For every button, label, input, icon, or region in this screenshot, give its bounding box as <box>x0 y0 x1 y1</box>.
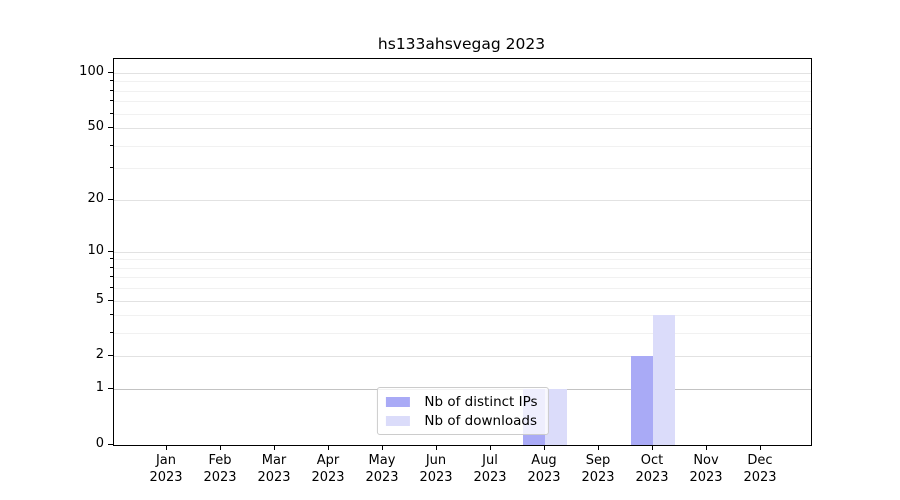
gridline-major <box>114 356 811 357</box>
x-tick-label-sep-2023: Sep 2023 <box>568 452 628 486</box>
y-axis-minor-tick <box>110 145 113 146</box>
y-tick-label: 50 <box>40 119 104 135</box>
gridline-minor <box>114 288 811 289</box>
y-axis-tick <box>108 199 113 200</box>
bar-nb-of-downloads-oct-2023 <box>653 315 675 445</box>
bar-nb-of-distinct-ips-oct-2023 <box>631 356 653 445</box>
x-tick-label-apr-2023: Apr 2023 <box>298 452 358 486</box>
x-axis-tick <box>706 445 707 450</box>
x-tick-label-nov-2023: Nov 2023 <box>676 452 736 486</box>
x-axis-tick <box>544 445 545 450</box>
y-axis-minor-tick <box>110 100 113 101</box>
y-axis-minor-tick <box>110 276 113 277</box>
x-axis-tick <box>598 445 599 450</box>
y-tick-label: 10 <box>40 243 104 259</box>
legend: Nb of distinct IPs Nb of downloads <box>376 387 548 435</box>
y-axis-minor-tick <box>110 314 113 315</box>
y-axis-minor-tick <box>110 267 113 268</box>
gridline-minor <box>114 114 811 115</box>
y-tick-label: 0 <box>40 436 104 452</box>
y-axis-tick <box>108 300 113 301</box>
y-axis-tick <box>108 127 113 128</box>
y-axis-minor-tick <box>110 258 113 259</box>
x-axis-tick <box>328 445 329 450</box>
legend-label: Nb of distinct IPs <box>424 395 537 409</box>
legend-item: Nb of distinct IPs <box>385 395 537 409</box>
x-tick-label-may-2023: May 2023 <box>352 452 412 486</box>
legend-swatch-icon <box>385 416 409 426</box>
legend-swatch-icon <box>385 397 409 407</box>
gridline-minor <box>114 81 811 82</box>
x-axis-tick <box>382 445 383 450</box>
x-axis-tick <box>220 445 221 450</box>
y-axis-tick <box>108 355 113 356</box>
y-axis-minor-tick <box>110 90 113 91</box>
plot-area: Nb of distinct IPs Nb of downloads <box>113 58 812 446</box>
x-tick-label-oct-2023: Oct 2023 <box>622 452 682 486</box>
x-tick-label-mar-2023: Mar 2023 <box>244 452 304 486</box>
x-tick-label-dec-2023: Dec 2023 <box>730 452 790 486</box>
x-tick-label-aug-2023: Aug 2023 <box>514 452 574 486</box>
y-axis-minor-tick <box>110 113 113 114</box>
y-tick-label: 20 <box>40 191 104 207</box>
gridline-minor <box>114 168 811 169</box>
y-axis-minor-tick <box>110 167 113 168</box>
x-tick-label-jun-2023: Jun 2023 <box>406 452 466 486</box>
legend-label: Nb of downloads <box>424 414 537 428</box>
y-tick-label: 5 <box>40 292 104 308</box>
y-axis-tick <box>108 251 113 252</box>
y-tick-label: 2 <box>40 347 104 363</box>
x-axis-tick <box>760 445 761 450</box>
gridline-major <box>114 128 811 129</box>
gridline-minor <box>114 268 811 269</box>
y-axis-minor-tick <box>110 332 113 333</box>
chart-title: hs133ahsvegag 2023 <box>113 35 810 54</box>
x-axis-tick <box>274 445 275 450</box>
x-tick-label-jan-2023: Jan 2023 <box>136 452 196 486</box>
x-tick-label-jul-2023: Jul 2023 <box>460 452 520 486</box>
x-tick-label-feb-2023: Feb 2023 <box>190 452 250 486</box>
gridline-minor <box>114 146 811 147</box>
gridline-minor <box>114 91 811 92</box>
y-axis-minor-tick <box>110 80 113 81</box>
y-axis-tick <box>108 72 113 73</box>
x-axis-tick <box>436 445 437 450</box>
gridline-major <box>114 301 811 302</box>
y-tick-label: 100 <box>40 64 104 80</box>
x-axis-tick <box>166 445 167 450</box>
x-axis-tick <box>490 445 491 450</box>
gridline-major <box>114 73 811 74</box>
y-axis-tick <box>108 444 113 445</box>
gridline-minor <box>114 315 811 316</box>
y-axis-tick <box>108 388 113 389</box>
gridline-minor <box>114 333 811 334</box>
gridline-minor <box>114 277 811 278</box>
gridline-major <box>114 200 811 201</box>
y-axis-minor-tick <box>110 287 113 288</box>
legend-item: Nb of downloads <box>385 414 537 428</box>
gridline-minor <box>114 101 811 102</box>
gridline-minor <box>114 259 811 260</box>
download-stats-chart: hs133ahsvegag 2023 Nb of distinct IPsNb … <box>0 0 900 500</box>
x-axis-tick <box>652 445 653 450</box>
y-tick-label: 1 <box>40 380 104 396</box>
gridline-major <box>114 252 811 253</box>
